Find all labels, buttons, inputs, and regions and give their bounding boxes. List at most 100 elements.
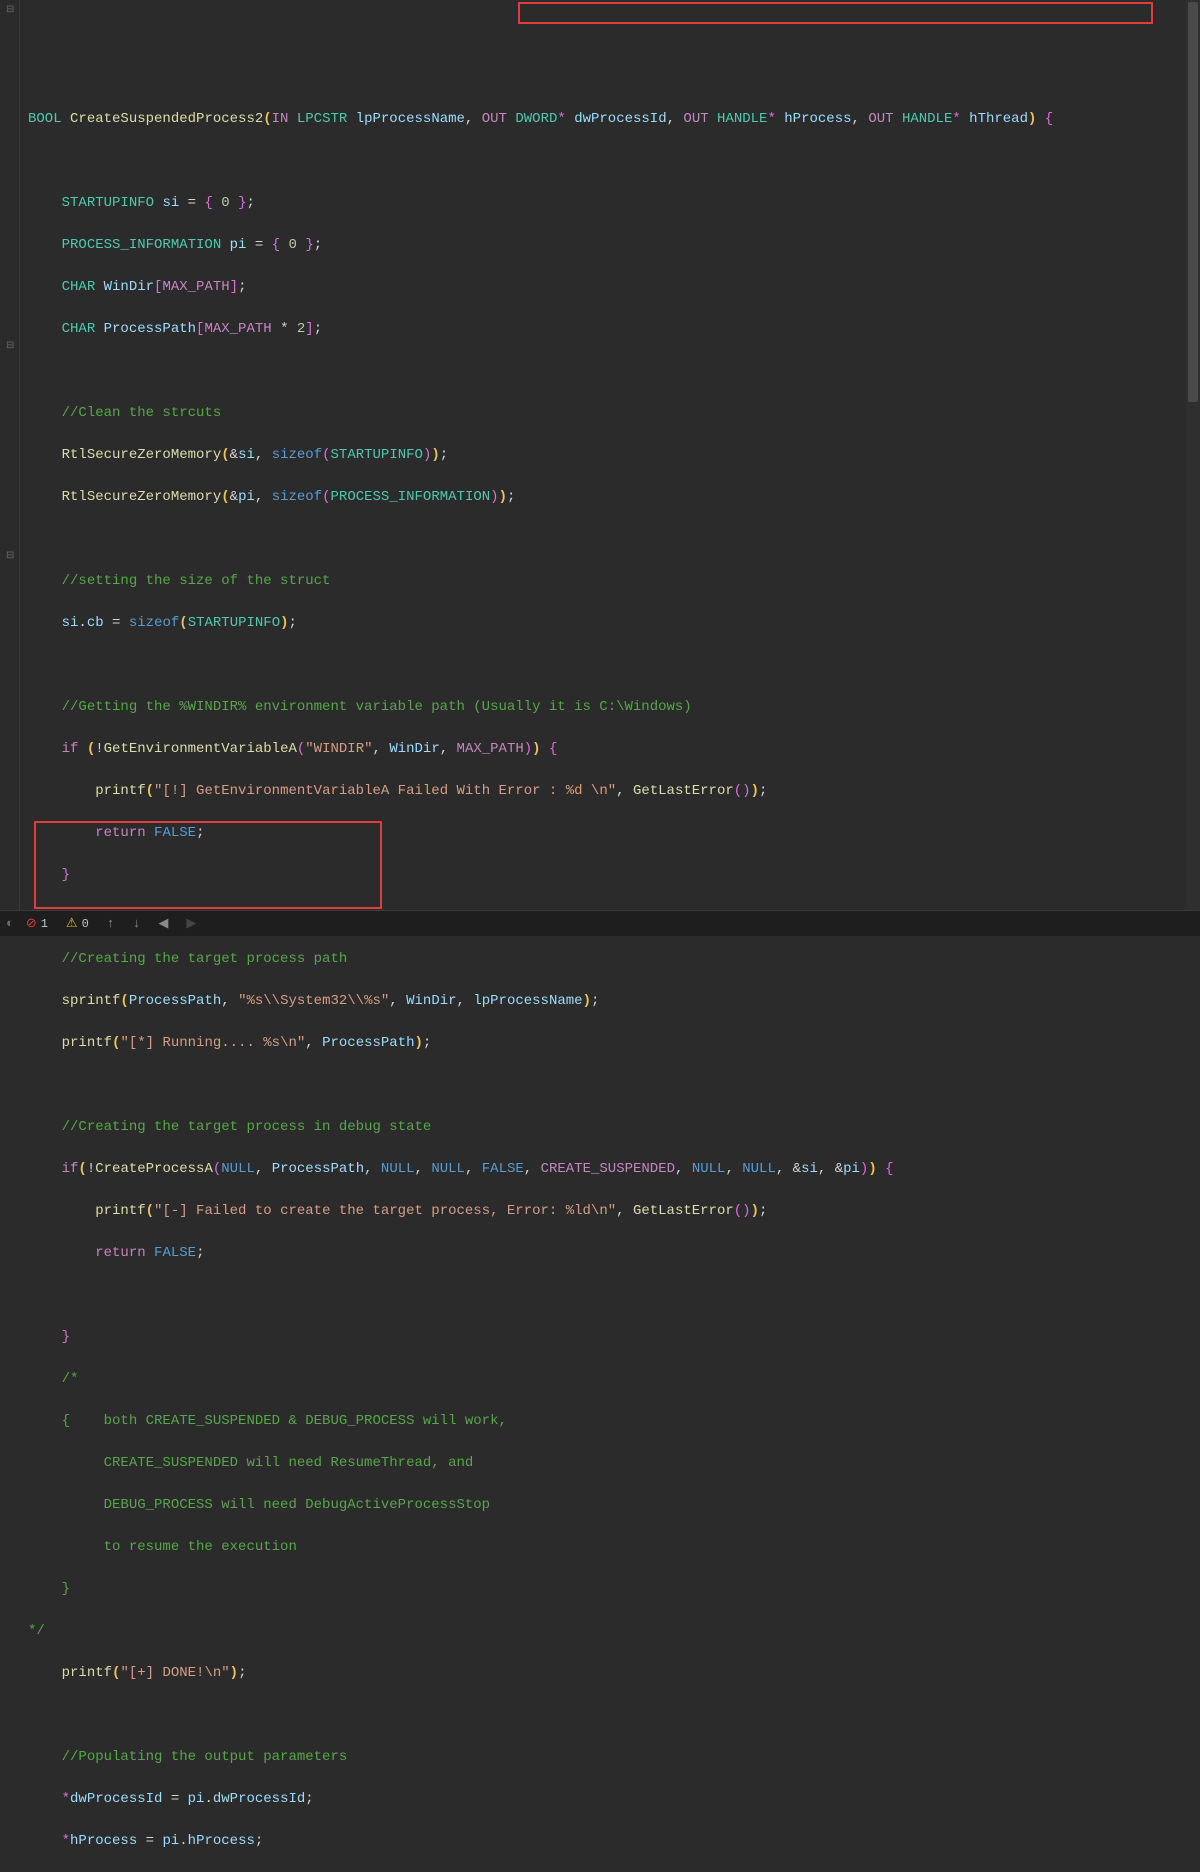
- warning-icon: ⚠: [66, 916, 78, 931]
- tok: sizeof: [129, 615, 179, 631]
- tok: ProcessPath: [104, 321, 196, 337]
- arrow-down-icon: ↓: [133, 916, 141, 931]
- tok: lpProcessName: [473, 993, 582, 1009]
- tok: printf: [62, 1665, 112, 1681]
- tok: OUT: [482, 111, 507, 127]
- tok: pi: [230, 237, 247, 253]
- triangle-right-icon: ▶: [186, 916, 196, 931]
- warning-count: 0: [82, 917, 89, 931]
- tok: printf: [95, 1203, 145, 1219]
- tok: FALSE: [154, 1245, 196, 1261]
- nav-back[interactable]: ◀: [158, 916, 168, 931]
- comment: //setting the size of the struct: [62, 573, 331, 589]
- tok: ProcessPath: [322, 1035, 414, 1051]
- component-icon[interactable]: ◐: [6, 916, 14, 931]
- comment: //Clean the strcuts: [62, 405, 222, 421]
- comment: //Creating the target process in debug s…: [62, 1119, 432, 1135]
- tok: si: [162, 195, 179, 211]
- tok: STARTUPINFO: [188, 615, 280, 631]
- warnings-indicator[interactable]: ⚠ 0: [66, 916, 89, 931]
- tok: pi: [843, 1161, 860, 1177]
- tok: if: [62, 1161, 79, 1177]
- triangle-left-icon: ◀: [158, 916, 168, 931]
- tok: PROCESS_INFORMATION: [62, 237, 222, 253]
- tok: if: [62, 741, 79, 757]
- tok: !: [95, 741, 103, 757]
- comment: */: [28, 1623, 45, 1639]
- errors-indicator[interactable]: ⊘ 1: [26, 916, 48, 931]
- tok: NULL: [692, 1161, 726, 1177]
- tok: GetLastError: [633, 1203, 734, 1219]
- tok: PROCESS_INFORMATION: [331, 489, 491, 505]
- error-count: 1: [41, 917, 48, 931]
- arrow-up-icon: ↑: [107, 916, 115, 931]
- tok: ProcessPath: [272, 1161, 364, 1177]
- tok: "[+] DONE!\n": [120, 1665, 229, 1681]
- tok: FALSE: [482, 1161, 524, 1177]
- tok: STARTUPINFO: [331, 447, 423, 463]
- fold-icon[interactable]: ⊟: [6, 4, 14, 16]
- comment: //Getting the %WINDIR% environment varia…: [62, 699, 692, 715]
- tok: pi: [238, 489, 255, 505]
- tok: hThread: [969, 111, 1028, 127]
- tok: GetEnvironmentVariableA: [104, 741, 297, 757]
- comment: { both CREATE_SUSPENDED & DEBUG_PROCESS …: [62, 1413, 507, 1429]
- tok: NULL: [221, 1161, 255, 1177]
- tok: 0: [221, 195, 229, 211]
- nav-fwd[interactable]: ▶: [186, 916, 196, 931]
- tok: pi: [188, 1791, 205, 1807]
- tok: cb: [87, 615, 104, 631]
- tok: OUT: [683, 111, 708, 127]
- tok: RtlSecureZeroMemory: [62, 489, 222, 505]
- tok: !: [87, 1161, 95, 1177]
- tok: STARTUPINFO: [62, 195, 154, 211]
- comment: DEBUG_PROCESS will need DebugActiveProce…: [62, 1497, 490, 1513]
- tok: sprintf: [62, 993, 121, 1009]
- tok: WinDir: [406, 993, 456, 1009]
- tok: CHAR: [62, 279, 96, 295]
- scroll-thumb[interactable]: [1188, 2, 1198, 402]
- tok: "[!] GetEnvironmentVariableA Failed With…: [154, 783, 616, 799]
- tok: dwProcessId: [70, 1791, 162, 1807]
- status-bar: ◐ ⊘ 1 ⚠ 0 ↑ ↓ ◀ ▶: [0, 910, 1200, 936]
- tok: 0: [289, 237, 297, 253]
- tok: NULL: [381, 1161, 415, 1177]
- comment: }: [62, 1581, 70, 1597]
- fold-icon[interactable]: ⊟: [6, 340, 14, 352]
- tok: printf: [62, 1035, 112, 1051]
- tok: BOOL: [28, 111, 62, 127]
- comment: //Creating the target process path: [62, 951, 348, 967]
- code-editor[interactable]: ⊟ ⊟ ⊟ BOOL CreateSuspendedProcess2(IN LP…: [0, 0, 1200, 910]
- tok: ProcessPath: [129, 993, 221, 1009]
- tok: CreateProcessA: [95, 1161, 213, 1177]
- error-icon: ⊘: [26, 916, 37, 931]
- tok: si: [62, 615, 79, 631]
- tok: FALSE: [154, 825, 196, 841]
- tok: "WINDIR": [305, 741, 372, 757]
- comment: /*: [62, 1371, 79, 1387]
- next-issue[interactable]: ↓: [133, 916, 141, 931]
- gutter: ⊟ ⊟ ⊟: [0, 0, 20, 910]
- tok: sizeof: [272, 447, 322, 463]
- tok: "[-] Failed to create the target process…: [154, 1203, 616, 1219]
- vertical-scrollbar[interactable]: [1186, 0, 1200, 910]
- tok: WinDir: [389, 741, 439, 757]
- tok: dwProcessId: [574, 111, 666, 127]
- tok: return: [95, 1245, 145, 1261]
- tok: DWORD: [515, 111, 557, 127]
- tok: si: [238, 447, 255, 463]
- tok: RtlSecureZeroMemory: [62, 447, 222, 463]
- tok: HANDLE: [902, 111, 952, 127]
- tok: dwProcessId: [213, 1791, 305, 1807]
- tok: WinDir: [104, 279, 154, 295]
- tok: printf: [95, 783, 145, 799]
- tok: MAX_PATH: [204, 321, 271, 337]
- prev-issue[interactable]: ↑: [107, 916, 115, 931]
- code-area[interactable]: BOOL CreateSuspendedProcess2(IN LPCSTR l…: [20, 0, 1200, 910]
- tok: IN: [272, 111, 289, 127]
- comment: CREATE_SUSPENDED will need ResumeThread,…: [62, 1455, 474, 1471]
- fold-icon[interactable]: ⊟: [6, 550, 14, 562]
- comment: to resume the execution: [62, 1539, 297, 1555]
- tok: GetLastError: [633, 783, 734, 799]
- tok: lpProcessName: [356, 111, 465, 127]
